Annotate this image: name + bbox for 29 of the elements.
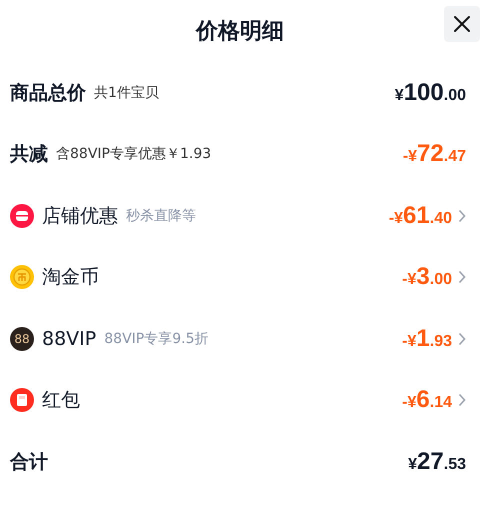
sheet-title: 价格明细	[196, 18, 284, 46]
close-icon	[452, 14, 472, 34]
shop-icon	[10, 204, 34, 228]
chevron-icon[interactable]	[458, 208, 466, 223]
price-amount: -¥61.40	[388, 202, 452, 230]
price-amount: -¥72.47	[402, 140, 466, 168]
row-note: 88VIP专享9.5折	[104, 330, 208, 348]
price-amount: ¥100.00	[394, 78, 466, 107]
row-label: 淘金币	[42, 265, 99, 290]
row-note: 含88VIP专享优惠￥1.93	[56, 145, 212, 164]
row-label: 88VIP	[42, 328, 96, 350]
vip-badge-icon: 88	[10, 326, 34, 351]
price-amount: -¥6.14	[402, 386, 452, 414]
price-amount: -¥3.00	[402, 263, 452, 292]
close-button[interactable]	[444, 6, 480, 42]
chevron-icon[interactable]	[458, 332, 466, 346]
row-note: 秒杀直降等	[126, 206, 196, 225]
chevron-icon[interactable]	[458, 270, 466, 284]
row-label: 共减	[10, 142, 48, 168]
row-label: 店铺优惠	[42, 204, 118, 229]
envelope-icon	[10, 388, 34, 412]
row-label: 商品总价	[10, 80, 86, 106]
price-amount: ¥27.53	[408, 448, 466, 476]
row-note: 共1件宝贝	[94, 84, 159, 102]
chevron-icon[interactable]	[458, 393, 466, 408]
coin-icon	[10, 265, 34, 290]
price-amount: -¥1.93	[402, 324, 452, 353]
row-label: 红包	[42, 388, 80, 414]
row-label: 合计	[10, 450, 48, 475]
